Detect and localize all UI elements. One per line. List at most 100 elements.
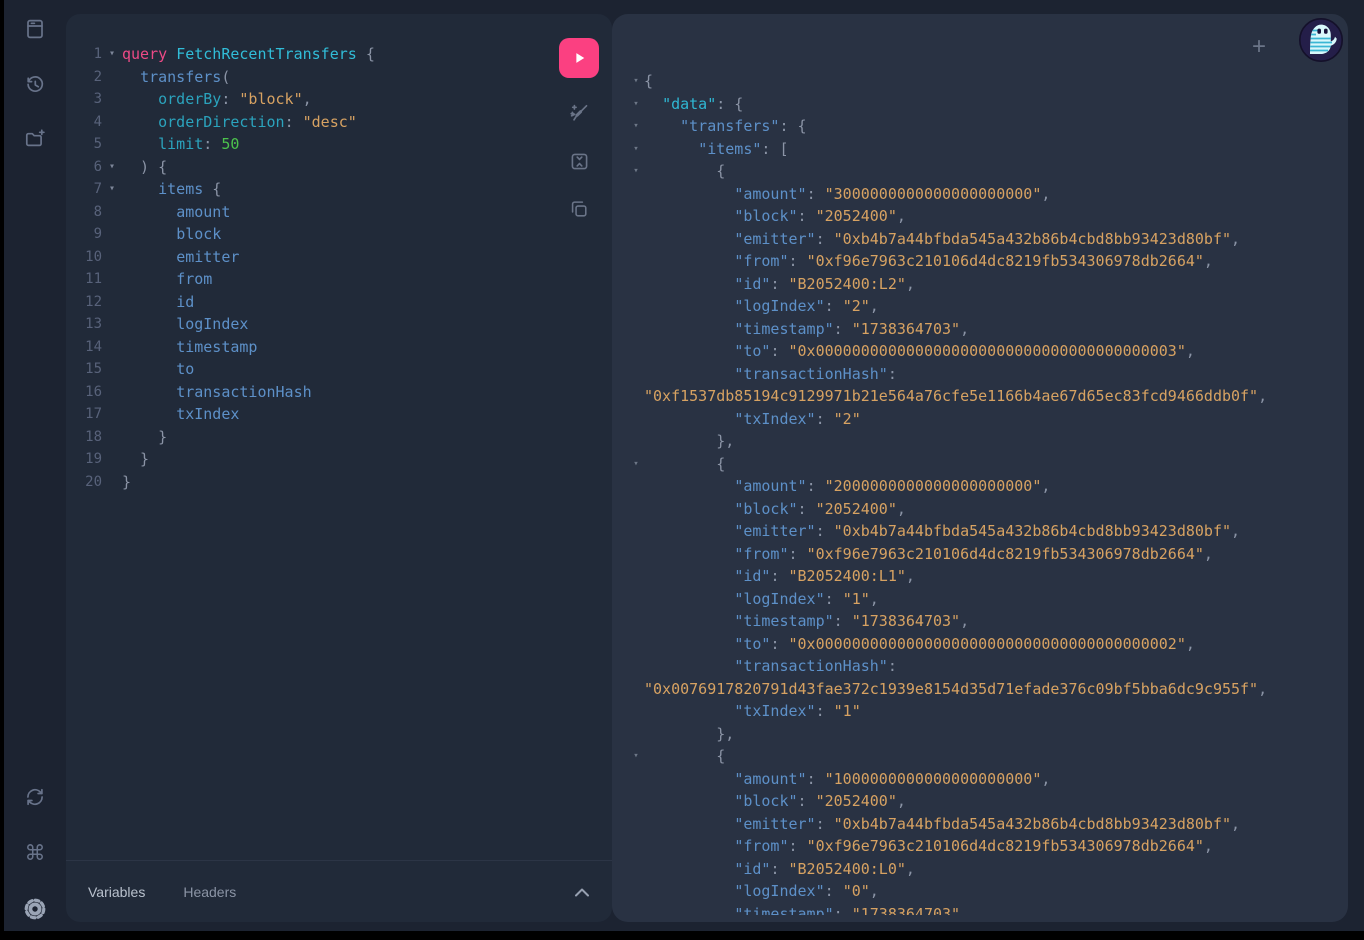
code-text: transactionHash (122, 381, 312, 404)
query-code-line[interactable]: 15 to (72, 358, 542, 381)
response-json-line: "timestamp": "1738364703", (628, 903, 1348, 916)
code-text: { (644, 745, 725, 768)
keyboard-shortcuts-icon[interactable]: ⌘ (21, 839, 49, 867)
response-json-line: "0xf1537db85194c9129971b21e564a76cfe5e11… (628, 385, 1348, 408)
query-code-line[interactable]: 14 timestamp (72, 336, 542, 359)
code-text: timestamp (122, 336, 257, 359)
gear-icon-svg (22, 896, 48, 922)
query-code-line[interactable]: 2 transfers( (72, 66, 542, 89)
fold-toggle-icon[interactable]: ▾ (628, 93, 644, 116)
line-number: 17 (72, 403, 102, 426)
reload-icon-svg (23, 785, 47, 809)
prettify-icon[interactable] (566, 100, 592, 126)
query-code-line[interactable]: 5 limit: 50 (72, 133, 542, 156)
code-text: "id": "B2052400:L2", (644, 273, 915, 296)
response-json-line: "amount": "2000000000000000000000", (628, 475, 1348, 498)
response-json-line: "0x0076917820791d43fae372c1939e8154d35d7… (628, 678, 1348, 701)
fold-toggle-icon[interactable]: ▾ (628, 138, 644, 161)
merge-fragments-icon[interactable] (566, 148, 592, 174)
docs-icon[interactable] (21, 15, 49, 43)
line-number: 19 (72, 448, 102, 471)
query-code-line[interactable]: 16 transactionHash (72, 381, 542, 404)
code-text: "block": "2052400", (644, 498, 906, 521)
query-code-line[interactable]: 19 } (72, 448, 542, 471)
sidebar: ⌘ (4, 0, 66, 931)
code-text: txIndex (122, 403, 239, 426)
fold-toggle-icon[interactable]: ▾ (628, 453, 644, 476)
graphql-ide-window: ⌘ 1▾query FetchRecentTransfers {2 transf… (0, 0, 1364, 940)
code-text: from (122, 268, 212, 291)
code-text: block (122, 223, 221, 246)
sidebar-top-group (21, 0, 49, 153)
query-code-line[interactable]: 11 from (72, 268, 542, 291)
add-collection-icon[interactable] (21, 125, 49, 153)
query-code-line[interactable]: 3 orderBy: "block", (72, 88, 542, 111)
code-text: "timestamp": "1738364703", (644, 610, 969, 633)
response-panel: + (612, 14, 1348, 922)
screen-edge-left (0, 0, 4, 940)
code-text: ) { (122, 156, 167, 179)
code-text: id (122, 291, 194, 314)
response-json-line: "txIndex": "1" (628, 700, 1348, 723)
copy-query-icon[interactable] (566, 196, 592, 222)
code-text: } (122, 448, 149, 471)
chevron-up-icon[interactable] (574, 886, 590, 898)
query-code-line[interactable]: 6▾ ) { (72, 156, 542, 179)
line-number: 7 (72, 178, 102, 201)
code-text: query FetchRecentTransfers { (122, 43, 375, 66)
query-code-line[interactable]: 12 id (72, 291, 542, 314)
code-text: "amount": "3000000000000000000000", (644, 183, 1050, 206)
fold-toggle-icon[interactable]: ▾ (628, 70, 644, 93)
copy-icon-svg (568, 198, 590, 220)
response-json-line: "logIndex": "1", (628, 588, 1348, 611)
fold-toggle-icon[interactable]: ▾ (628, 115, 644, 138)
query-code-line[interactable]: 9 block (72, 223, 542, 246)
code-text: "emitter": "0xb4b7a44bfbda545a432b86b4cb… (644, 813, 1240, 836)
fold-toggle-icon[interactable]: ▾ (102, 43, 122, 66)
code-text: logIndex (122, 313, 248, 336)
settings-icon[interactable] (21, 895, 49, 923)
query-code-line[interactable]: 13 logIndex (72, 313, 542, 336)
editor-footer: Variables Headers (66, 860, 612, 922)
fold-toggle-icon[interactable]: ▾ (102, 156, 122, 179)
code-text: "logIndex": "2", (644, 295, 879, 318)
history-icon[interactable] (21, 70, 49, 98)
tab-variables[interactable]: Variables (88, 884, 145, 900)
response-json-line: "txIndex": "2" (628, 408, 1348, 431)
line-number: 16 (72, 381, 102, 404)
tab-headers[interactable]: Headers (183, 884, 236, 900)
history-icon-svg (23, 72, 47, 96)
code-text: items { (122, 178, 221, 201)
response-json-line: "from": "0xf96e7963c210106d4dc8219fb5343… (628, 250, 1348, 273)
query-code-line[interactable]: 8 amount (72, 201, 542, 224)
response-json-line: "block": "2052400", (628, 790, 1348, 813)
query-code-line[interactable]: 7▾ items { (72, 178, 542, 201)
response-viewer: ▾{▾ "data": {▾ "transfers": {▾ "items": … (628, 70, 1348, 915)
code-text: to (122, 358, 194, 381)
query-code-line[interactable]: 1▾query FetchRecentTransfers { (72, 43, 542, 66)
response-json-line: "id": "B2052400:L1", (628, 565, 1348, 588)
query-code-line[interactable]: 10 emitter (72, 246, 542, 269)
execute-query-button[interactable] (559, 38, 599, 78)
response-json-line: ▾{ (628, 70, 1348, 93)
screen-edge-bottom (0, 931, 1364, 940)
response-json-line: "logIndex": "0", (628, 880, 1348, 903)
fold-toggle-icon[interactable]: ▾ (102, 178, 122, 201)
reload-schema-icon[interactable] (21, 783, 49, 811)
response-json-line: "timestamp": "1738364703", (628, 610, 1348, 633)
response-json-line: ▾ "data": { (628, 93, 1348, 116)
query-code-line[interactable]: 20} (72, 471, 542, 494)
query-code-line[interactable]: 4 orderDirection: "desc" (72, 111, 542, 134)
query-code-line[interactable]: 17 txIndex (72, 403, 542, 426)
response-json-line: ▾ { (628, 745, 1348, 768)
line-number: 15 (72, 358, 102, 381)
fold-toggle-icon[interactable]: ▾ (628, 745, 644, 768)
fold-toggle-icon[interactable]: ▾ (628, 160, 644, 183)
code-text: orderBy: "block", (122, 88, 312, 111)
ghost-logo[interactable] (1298, 17, 1344, 63)
query-code-line[interactable]: 18 } (72, 426, 542, 449)
query-editor[interactable]: 1▾query FetchRecentTransfers {2 transfer… (72, 43, 542, 856)
code-text: "from": "0xf96e7963c210106d4dc8219fb5343… (644, 835, 1213, 858)
response-json-line: "from": "0xf96e7963c210106d4dc8219fb5343… (628, 543, 1348, 566)
add-tab-button[interactable]: + (1248, 31, 1270, 63)
